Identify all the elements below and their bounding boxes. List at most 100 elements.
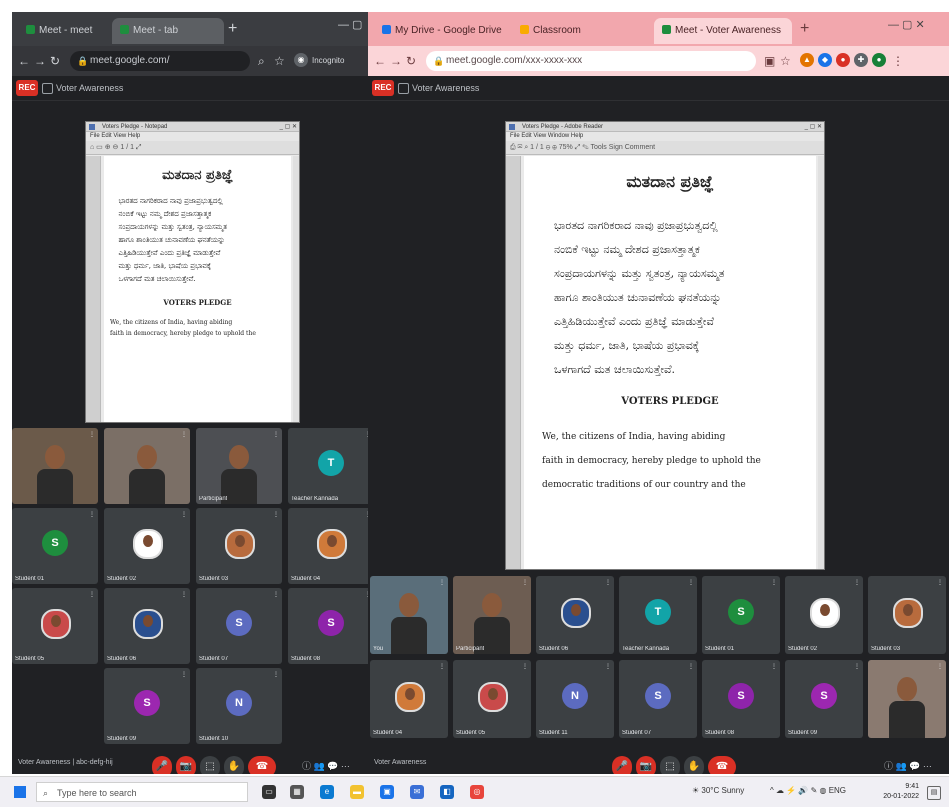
raise-hand-icon[interactable]: ✋ (684, 756, 704, 774)
present-icon[interactable]: ⬚ (200, 756, 220, 774)
more-options-icon[interactable]: ⋮ (181, 671, 187, 678)
extension-icon[interactable]: ▲ (800, 53, 814, 67)
more-options-icon[interactable]: ⋮ (89, 591, 95, 598)
more-options-icon[interactable]: ⋮ (937, 579, 943, 586)
participant-tile[interactable]: Student 02 ⋮ (104, 508, 190, 584)
more-options-icon[interactable]: ⋮ (605, 579, 611, 586)
participant-tile[interactable]: S Student 08 ⋮ (288, 588, 368, 664)
star-icon[interactable]: ☆ (274, 54, 285, 68)
participant-tile[interactable]: Participant ⋮ (196, 428, 282, 504)
windows-start-icon[interactable] (14, 786, 26, 798)
back-icon[interactable]: ← (18, 54, 30, 68)
participant-tile[interactable]: S Student 07 ⋮ (619, 660, 697, 738)
more-options-icon[interactable]: ⋮ (181, 591, 187, 598)
participant-tile[interactable]: Participant ⋮ (453, 576, 531, 654)
more-options-icon[interactable]: ⋮ (273, 511, 279, 518)
participant-tile[interactable]: Student 04 ⋮ (370, 660, 448, 738)
more-options-icon[interactable]: ⋮ (688, 663, 694, 670)
window-controls[interactable]: — ▢ (338, 18, 362, 31)
reload-icon[interactable]: ↻ (50, 54, 60, 68)
more-options-icon[interactable]: ⋮ (688, 579, 694, 586)
app-icon[interactable]: ◧ (440, 785, 454, 799)
more-options-icon[interactable]: ⋮ (937, 663, 943, 670)
system-tray-icons[interactable]: ^ ☁ ⚡ 🔊 ✎ ◍ ENG (770, 786, 846, 795)
participant-tile[interactable]: Student 03 ⋮ (868, 576, 946, 654)
forward-icon[interactable]: → (390, 54, 402, 68)
participant-tile[interactable]: Student 02 ⋮ (785, 576, 863, 654)
mic-icon[interactable]: 🎤 (612, 756, 632, 774)
more-options-icon[interactable]: ⋮ (605, 663, 611, 670)
camera-icon[interactable]: 📷 (176, 756, 196, 774)
search-icon[interactable]: ⌕ (258, 54, 265, 68)
puzzle-icon[interactable]: ✚ (854, 53, 868, 67)
star-icon[interactable]: ☆ (780, 54, 791, 68)
mic-icon[interactable]: 🎤 (152, 756, 172, 774)
extension-icon[interactable]: ● (836, 53, 850, 67)
profile-label[interactable]: Incognito (312, 54, 344, 68)
forward-icon[interactable]: → (34, 54, 46, 68)
more-options-icon[interactable]: ⋮ (273, 591, 279, 598)
more-options-icon[interactable]: ⋮ (439, 579, 445, 586)
participant-tile[interactable]: S Student 01 ⋮ (12, 508, 98, 584)
participant-tile[interactable]: Student 05 ⋮ (12, 588, 98, 664)
task-view-icon[interactable]: ▭ (262, 785, 276, 799)
more-options-icon[interactable]: ⋮ (181, 431, 187, 438)
more-options-icon[interactable]: ⋮ (89, 511, 95, 518)
more-options-icon[interactable]: ⋮ (89, 431, 95, 438)
menu-icon[interactable]: ⋮ (892, 54, 904, 68)
participant-tile[interactable]: S Student 09 ⋮ (785, 660, 863, 738)
weather-widget[interactable]: ☀ 30°C Sunny (692, 786, 744, 795)
browser-tab-3[interactable]: Meet - Voter Awareness (654, 18, 792, 44)
leave-call-icon[interactable]: ☎ (248, 756, 276, 774)
participant-tile[interactable]: You ⋮ (370, 576, 448, 654)
more-options-icon[interactable]: ⋮ (181, 511, 187, 518)
more-options-icon[interactable]: ⋮ (522, 579, 528, 586)
participant-tile[interactable]: T Teacher Kannada ⋮ (288, 428, 368, 504)
new-tab-button[interactable]: + (800, 20, 809, 38)
window-controls[interactable]: — ▢ ✕ (888, 18, 925, 31)
widgets-icon[interactable]: ▦ (290, 785, 304, 799)
more-options-icon[interactable]: ⋮ (522, 663, 528, 670)
browser-tab-2[interactable]: Classroom (512, 18, 632, 44)
back-icon[interactable]: ← (374, 54, 386, 68)
more-options-icon[interactable]: ⋮ (439, 663, 445, 670)
participant-tile[interactable]: Student 05 ⋮ (453, 660, 531, 738)
edge-icon[interactable]: e (320, 785, 334, 799)
participant-tile[interactable]: N Student 10 ⋮ (196, 668, 282, 744)
participant-tile[interactable]: S Student 09 ⋮ (104, 668, 190, 744)
participant-tile[interactable]: N Student 11 ⋮ (536, 660, 614, 738)
meeting-tools[interactable]: ⓘ 👥 💬 ⋯ (884, 759, 932, 772)
file-explorer-icon[interactable]: ▬ (350, 785, 364, 799)
notification-icon[interactable]: ▤ (927, 786, 941, 800)
more-options-icon[interactable]: ⋮ (273, 671, 279, 678)
participant-tile[interactable]: Student 03 ⋮ (196, 508, 282, 584)
participant-tile[interactable]: Student 06 ⋮ (104, 588, 190, 664)
present-icon[interactable]: ⬚ (660, 756, 680, 774)
new-tab-button[interactable]: + (228, 20, 237, 38)
url-field[interactable]: 🔒 meet.google.com/ (70, 51, 250, 71)
raise-hand-icon[interactable]: ✋ (224, 756, 244, 774)
mail-icon[interactable]: ✉ (410, 785, 424, 799)
incognito-icon[interactable]: ◉ (294, 53, 308, 67)
clock[interactable]: 9:41 20-01-2022 (883, 782, 919, 802)
leave-call-icon[interactable]: ☎ (708, 756, 736, 774)
browser-tab-1[interactable]: My Drive - Google Drive (374, 18, 510, 44)
store-icon[interactable]: ▣ (380, 785, 394, 799)
participant-tile[interactable]: S Student 01 ⋮ (702, 576, 780, 654)
participant-tile[interactable]: ⋮ (104, 428, 190, 504)
chrome-icon[interactable]: ◎ (470, 785, 484, 799)
browser-tab-1[interactable]: Meet - meet (18, 18, 110, 44)
more-options-icon[interactable]: ⋮ (273, 431, 279, 438)
more-options-icon[interactable]: ⋮ (771, 579, 777, 586)
more-options-icon[interactable]: ⋮ (771, 663, 777, 670)
participant-tile[interactable]: S Student 08 ⋮ (702, 660, 780, 738)
camera-permission-icon[interactable]: ▣ (764, 54, 775, 68)
taskbar-search-input[interactable]: ⌕ Type here to search (36, 782, 248, 802)
participant-tile[interactable]: ⋮ (868, 660, 946, 738)
more-options-icon[interactable]: ⋮ (854, 663, 860, 670)
participant-tile[interactable]: Student 06 ⋮ (536, 576, 614, 654)
participant-tile[interactable]: S Student 07 ⋮ (196, 588, 282, 664)
browser-tab-2[interactable]: Meet - tab (112, 18, 224, 44)
reload-icon[interactable]: ↻ (406, 54, 416, 68)
participant-tile[interactable]: Student 04 ⋮ (288, 508, 368, 584)
